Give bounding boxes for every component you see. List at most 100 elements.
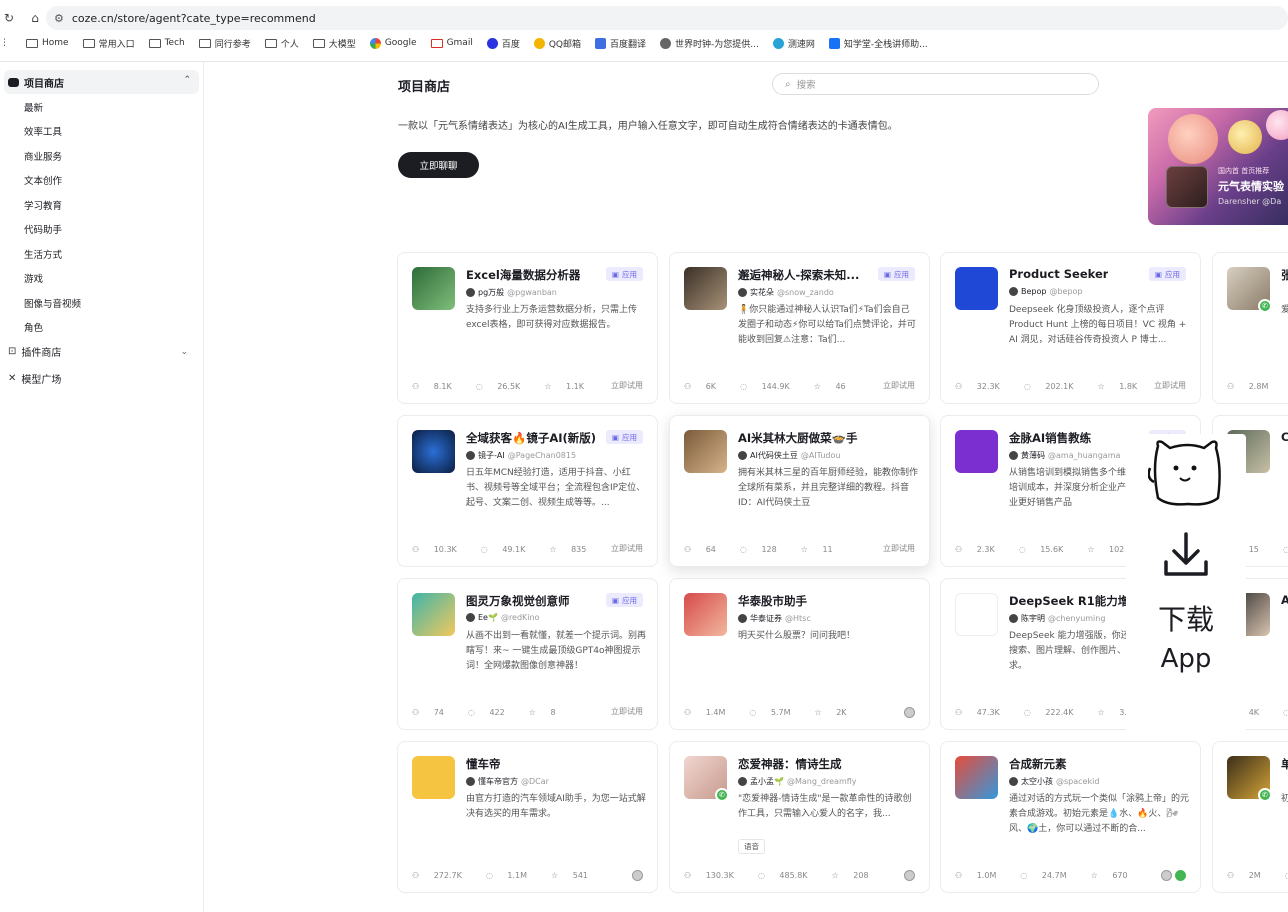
bookmark-world-clock[interactable]: 世界时钟-为您提供... <box>660 37 759 50</box>
users-icon: ⚇ <box>412 871 422 880</box>
contributor-avatar <box>904 707 915 718</box>
sidebar-item-business[interactable]: 商业服务 <box>24 149 62 163</box>
stars-stat: ☆ 835 <box>549 545 587 554</box>
agent-description: 由官方打造的汽车领域AI助手，为您一站式解决有选买的用车需求。 <box>466 794 646 819</box>
agent-stats: ⚇ 2.3K ◌ 15.6K ☆ 102 <box>955 545 1148 554</box>
agent-stats: ⚇ 1.4M ◌ 5.7M ☆ 2K <box>684 708 871 717</box>
agent-card[interactable]: ✆ 单初 ⚇ 2M◌ 1. <box>1212 741 1288 893</box>
agent-card[interactable]: 华泰股市助手 华泰证券 @Htsc 明天买什么股票？问问我吧！ ⚇ 1.4M ◌ 5.7M… <box>669 578 930 730</box>
qqmail-icon <box>533 37 545 49</box>
sidebar-item-latest[interactable]: 最新 <box>24 100 43 114</box>
search-input[interactable]: ⌕ 搜索 <box>772 73 1099 95</box>
agent-card[interactable]: 全域获客🔥镜子AI(新版) ▣ 应用 镜子-AI @PageChan0815 日五年MCN… <box>397 415 658 567</box>
sidebar-item-writing[interactable]: 文本创作 <box>24 173 62 187</box>
users-stat: ⚇ 47.3K <box>955 708 1000 717</box>
sidebar-item-games[interactable]: 游戏 <box>24 271 43 285</box>
agent-author: 华泰证券 @Htsc <box>738 613 811 624</box>
sidebar-item-education[interactable]: 学习教育 <box>24 198 62 212</box>
page-title: 项目商店 <box>398 80 451 95</box>
try-now-link[interactable]: 立即试用 <box>1154 380 1186 391</box>
contributor-avatar <box>1161 870 1172 881</box>
bookmark-home[interactable]: Home <box>26 38 69 48</box>
agent-card[interactable]: 图灵万象视觉创意师 ▣ 应用 Ee🌱 @redKino 从画不出到一看就懂，就差一个提示词… <box>397 578 658 730</box>
sidebar-plugin-store[interactable]: ⊡ 插件商店 ⌄ <box>8 344 198 359</box>
bookmark-baidu-translate[interactable]: 百度翻译 <box>595 37 646 50</box>
bookmark-common[interactable]: 常用入口 <box>82 37 135 50</box>
chats-stat: ◌ 24.7M <box>1020 871 1067 880</box>
author-avatar <box>1009 777 1018 786</box>
agent-description: 🧍你只能通过神秘人认识Ta们⚡Ta们会自己发圈子和动态⚡你可以给Ta们点赞评论，… <box>738 305 916 345</box>
bookmark-speedtest[interactable]: 测速网 <box>772 37 815 50</box>
app-icon: ▣ <box>611 595 619 605</box>
agent-stats: ⚇ 272.7K ◌ 1.1M ☆ 541 <box>412 871 612 880</box>
home-icon[interactable]: ⌂ <box>26 9 44 27</box>
stars-stat: ☆ 11 <box>800 545 833 554</box>
agent-card[interactable]: ✆ 张爱因斯坦 ⚇ 2.8M◌ 21 <box>1212 252 1288 404</box>
agent-card[interactable]: 合成新元素 太空小孩 @spacekid 通过对话的方式玩一个类似「涂鸦上帝」的元素合… <box>940 741 1201 893</box>
sidebar-item-code[interactable]: 代码助手 <box>24 222 62 236</box>
star-icon: ☆ <box>1097 382 1108 391</box>
sidebar-project-store[interactable]: 项目商店 ⌃ <box>4 70 199 94</box>
url-bar[interactable]: ⚙ coze.cn/store/agent?cate_type=recommen… <box>46 6 1288 30</box>
download-app-panel[interactable]: 下载 App <box>1126 434 1246 739</box>
agent-card[interactable]: Excel海量数据分析器 ▣ 应用 pg万般 @pgwanban 支持多行业上万条运营数据… <box>397 252 658 404</box>
speedtest-icon <box>772 37 784 49</box>
plugin-icon: ⊡ <box>8 346 17 357</box>
author-avatar <box>1009 614 1018 623</box>
chat-now-button[interactable]: 立即聊聊 <box>398 152 479 178</box>
bookmark-gmail[interactable]: Gmail <box>430 38 473 48</box>
agent-avatar <box>412 756 455 799</box>
try-now-link[interactable]: 立即试用 <box>611 706 643 717</box>
bookmark-google[interactable]: Google <box>369 37 417 49</box>
bookmark-llm[interactable]: 大模型 <box>312 37 356 50</box>
try-now-link[interactable]: 立即试用 <box>611 543 643 554</box>
reload-icon[interactable]: ↻ <box>0 9 18 27</box>
agent-name: 单 <box>1281 756 1288 772</box>
sidebar-item-media[interactable]: 图像与音视频 <box>24 296 81 310</box>
app-icon: ▣ <box>611 432 619 442</box>
users-stat: ⚇ 74 <box>412 708 444 717</box>
sidebar-item-lifestyle[interactable]: 生活方式 <box>24 247 62 261</box>
chevron-up-icon[interactable]: ⌃ <box>183 75 191 85</box>
sidebar-item-productivity[interactable]: 效率工具 <box>24 124 62 138</box>
featured-banner[interactable]: 国内首 首页推荐 元气表情实验 Darensher @Da <box>1148 108 1288 225</box>
agent-name: 华泰股市助手 <box>738 594 807 608</box>
model-icon: ✕ <box>8 373 17 384</box>
try-now-link[interactable]: 立即试用 <box>883 543 915 554</box>
bookmark-tech[interactable]: Tech <box>148 38 185 48</box>
apps-icon[interactable]: ⋮ <box>0 38 9 48</box>
agent-card[interactable]: ✆ 恋爱神器：情诗生成 孟小孟🌱 @Mang_dreamfly "恋爱神器-情诗生成"是… <box>669 741 930 893</box>
agent-author: 黄薄码 @ama_huangama <box>1009 450 1120 461</box>
try-now-link[interactable]: 立即试用 <box>611 380 643 391</box>
sidebar-item-roles[interactable]: 角色 <box>24 320 43 334</box>
agent-name: 合成新元素 <box>1009 757 1067 771</box>
agent-card[interactable]: Product Seeker ▣ 应用 Bepop @bepop Deepseek 化身顶… <box>940 252 1201 404</box>
agent-avatar <box>955 593 998 636</box>
agent-card[interactable]: 懂车帝 懂车帝官方 @DCar 由官方打造的汽车领域AI助手，为您一站式解决有选买的用… <box>397 741 658 893</box>
agent-author: AI代码侠土豆 @AITudou <box>738 450 840 461</box>
users-icon: ⚇ <box>1227 382 1237 391</box>
sidebar-model-square[interactable]: ✕ 模型广场 <box>8 371 198 386</box>
voice-tag: 语音 <box>738 839 765 854</box>
bookmarks-bar: ⋮ Home 常用入口 Tech 同行参考 个人 大模型 Google Gmai… <box>0 34 1288 52</box>
bookmark-qqmail[interactable]: QQ邮箱 <box>533 37 581 50</box>
bookmark-personal[interactable]: 个人 <box>264 37 299 50</box>
chat-icon: ◌ <box>740 382 750 391</box>
agent-card[interactable]: 邂逅神秘人-探索未知... ▣ 应用 实花朵 @snow_zando 🧍你只能通过神秘人认… <box>669 252 930 404</box>
folder-icon <box>264 38 277 48</box>
bookmark-peers[interactable]: 同行参考 <box>198 37 251 50</box>
agent-card[interactable]: AI米其林大厨做菜🍲手 AI代码侠土豆 @AITudou 拥有米其林三星的百年厨师经验… <box>669 415 930 567</box>
chevron-down-icon[interactable]: ⌄ <box>180 347 188 357</box>
chat-icon: ◌ <box>475 382 486 391</box>
users-stat: ⚇ 130.3K <box>684 871 734 880</box>
star-icon: ☆ <box>1097 708 1108 717</box>
agent-name: 邂逅神秘人-探索未知... <box>738 268 860 282</box>
users-stat: ⚇ 6K <box>684 382 717 391</box>
try-now-link[interactable]: 立即试用 <box>883 380 915 391</box>
star-icon: ☆ <box>813 382 824 391</box>
bookmark-baidu[interactable]: 百度 <box>486 37 520 50</box>
banner-thumbnail <box>1166 166 1208 208</box>
bookmark-zhixuetang[interactable]: 知学堂-全栈讲师助... <box>828 37 928 50</box>
download-icon <box>1164 532 1208 576</box>
site-settings-icon[interactable]: ⚙ <box>54 12 64 25</box>
